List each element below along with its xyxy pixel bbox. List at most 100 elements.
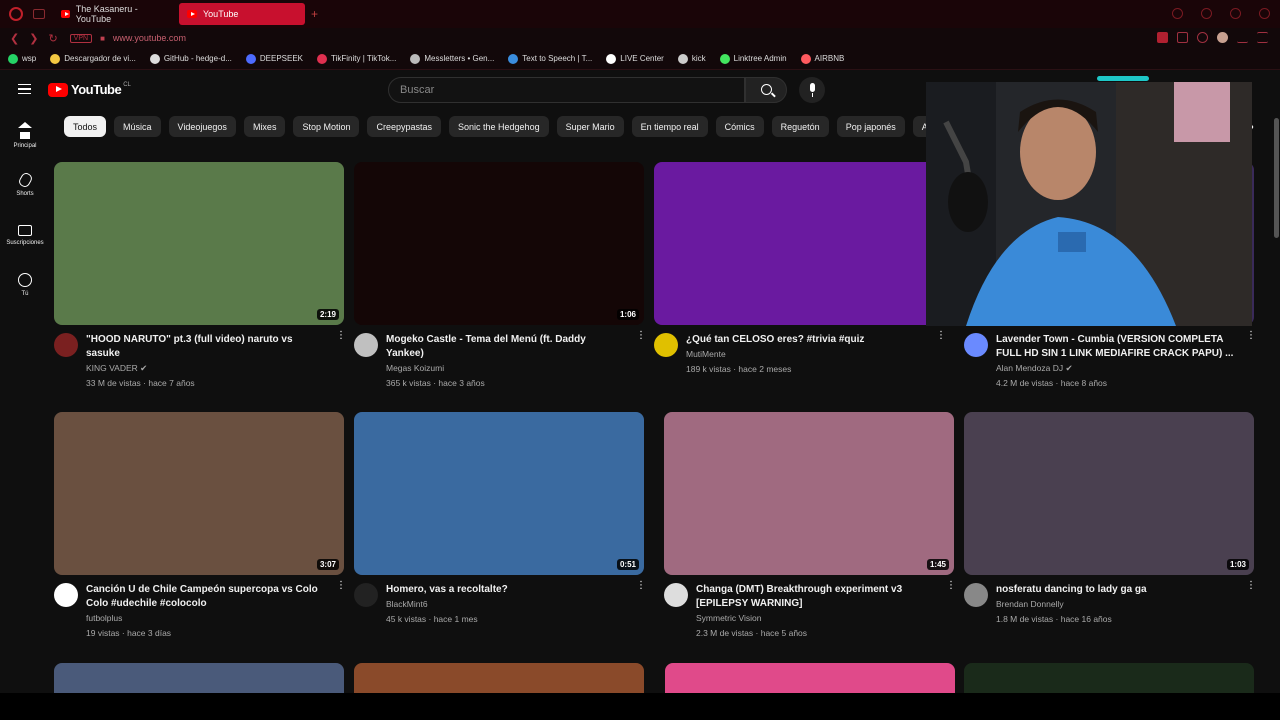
extensions-icon[interactable] [1177,32,1188,43]
back-icon[interactable]: ❮ [10,32,19,45]
maximize-icon[interactable] [1230,8,1241,19]
menu-icon[interactable] [1257,32,1268,43]
video-title[interactable]: Canción U de Chile Campeón supercopa vs … [86,583,326,611]
video-thumbnail[interactable] [654,162,944,325]
forward-icon[interactable]: ❯ [29,32,38,45]
chip[interactable]: Creepypastas [367,116,442,137]
bookmark-item[interactable]: Text to Speech | T... [508,53,592,64]
sidebar-item-home[interactable]: Principal [0,110,50,160]
video-title[interactable]: ¿Qué tan CELOSO eres? #trivia #quiz [686,333,926,347]
more-options-icon[interactable]: ⋮ [1246,331,1256,347]
channel-name[interactable]: Megas Koizumi [386,361,626,376]
video-card[interactable]: ¿Qué tan CELOSO eres? #trivia #quiz MutiM… [654,162,946,377]
more-options-icon[interactable]: ⋮ [636,581,646,597]
video-title[interactable]: Homero, vas a recoltalte? [386,583,626,597]
wallet-icon[interactable] [1197,32,1208,43]
chip[interactable]: Stop Motion [293,116,360,137]
search-input[interactable] [389,78,744,102]
chip[interactable]: Super Mario [556,116,624,137]
chip[interactable]: A [912,116,926,137]
search-tabs-icon[interactable] [1172,8,1183,19]
video-title[interactable]: Lavender Town - Cumbia (VERSION COMPLETA… [996,333,1236,361]
video-title[interactable]: Changa (DMT) Breakthrough experiment v3 … [696,583,936,611]
video-thumbnail-partial[interactable] [665,663,955,693]
channel-name[interactable]: BlackMint6 [386,597,626,612]
bookmark-item[interactable]: Messletters • Gen... [410,53,494,64]
chip[interactable]: Sonic the Hedgehog [449,116,549,137]
bookmark-item[interactable]: Descargador de vi... [50,53,136,64]
bookmark-item[interactable]: AIRBNB [800,53,844,64]
channel-avatar[interactable] [354,583,378,607]
channel-avatar[interactable] [664,583,688,607]
channel-avatar[interactable] [964,333,988,357]
video-card[interactable]: 1:45 Changa (DMT) Breakthrough experiment… [664,412,956,641]
browser-tab-2[interactable]: YouTube [179,3,305,25]
channel-avatar[interactable] [654,333,678,357]
more-options-icon[interactable]: ⋮ [936,331,946,347]
video-thumbnail[interactable]: 0:51 [354,412,644,575]
sidebar-item-you[interactable]: Tú [0,260,50,310]
minimize-icon[interactable] [1201,8,1212,19]
bookmark-item[interactable]: Linktree Admin [719,53,787,64]
hamburger-menu-icon[interactable] [18,84,31,94]
workspace-icon[interactable] [33,9,45,19]
channel-name[interactable]: Alan Mendoza DJ ✔ [996,361,1236,376]
bookmark-item[interactable]: kick [677,53,706,64]
video-thumbnail-partial[interactable] [54,663,344,693]
reload-icon[interactable]: ↻ [48,32,57,45]
chip[interactable]: Pop japonés [836,116,905,137]
more-options-icon[interactable]: ⋮ [336,581,346,597]
bookmark-item[interactable]: GitHub - hedge-d... [149,53,232,64]
chip[interactable]: Música [114,116,161,137]
youtube-logo[interactable]: YouTube CL [48,82,131,97]
channel-avatar[interactable] [54,583,78,607]
chip[interactable]: Reguetón [771,116,829,137]
channel-name[interactable]: Brendan Donnelly [996,597,1236,612]
scrollbar-thumb[interactable] [1274,118,1279,238]
browser-tab-1[interactable]: The Kasaneru - YouTube [53,3,171,25]
video-thumbnail[interactable]: 1:03 [964,412,1254,575]
browser-logo-icon[interactable] [9,7,23,21]
video-thumbnail-partial[interactable] [964,663,1254,693]
channel-avatar[interactable] [354,333,378,357]
chip[interactable]: Videojuegos [168,116,236,137]
channel-name[interactable]: Symmetric Vision [696,611,936,626]
chip[interactable]: Todos [64,116,107,137]
close-icon[interactable] [1259,8,1270,19]
more-options-icon[interactable]: ⋮ [636,331,646,347]
sidebar-item-shorts[interactable]: Shorts [0,160,50,210]
chip[interactable]: Mixes [243,116,286,137]
search-button[interactable] [745,77,787,103]
video-thumbnail[interactable]: 1:06 [354,162,644,325]
channel-avatar[interactable] [964,583,988,607]
extension-icon[interactable] [1157,32,1168,43]
more-options-icon[interactable]: ⋮ [336,331,346,347]
video-card[interactable]: 1:03 nosferatu dancing to lady ga ga Brend… [964,412,1256,627]
video-thumbnail[interactable]: 1:45 [664,412,954,575]
video-thumbnail-partial[interactable] [354,663,644,693]
bookmark-item[interactable]: DEEPSEEK [245,53,303,64]
video-thumbnail[interactable]: 3:07 [54,412,344,575]
url-field[interactable]: www.youtube.com [113,33,186,43]
bookmark-item[interactable]: LIVE Center [606,53,664,64]
video-title[interactable]: Mogeko Castle - Tema del Menú (ft. Daddy… [386,333,626,361]
bookmark-item[interactable]: wsp [8,53,36,64]
chip[interactable]: En tiempo real [631,116,708,137]
voice-search-icon[interactable] [799,77,825,103]
video-card[interactable]: 1:06 Mogeko Castle - Tema del Menú (ft. D… [354,162,646,391]
chip[interactable]: Cómics [715,116,764,137]
video-card[interactable]: 3:07 Canción U de Chile Campeón supercopa… [54,412,346,641]
profile-avatar[interactable] [1217,32,1228,43]
video-card[interactable]: 0:51 Homero, vas a recoltalte? BlackMint6 4… [354,412,646,627]
video-thumbnail[interactable]: 2:19 [54,162,344,325]
vpn-badge[interactable]: VPN [69,33,93,43]
video-title[interactable]: nosferatu dancing to lady ga ga [996,583,1236,597]
video-title[interactable]: "HOOD NARUTO" pt.3 (full video) naruto v… [86,333,326,361]
sidebar-item-subscriptions[interactable]: Suscripciones [0,210,50,260]
more-options-icon[interactable]: ⋮ [1246,581,1256,597]
new-tab-button[interactable]: + [311,7,318,21]
bookmark-item[interactable]: TikFinity | TikTok... [317,53,396,64]
channel-name[interactable]: futbolplus [86,611,326,626]
channel-avatar[interactable] [54,333,78,357]
channel-name[interactable]: KING VADER ✔ [86,361,326,376]
